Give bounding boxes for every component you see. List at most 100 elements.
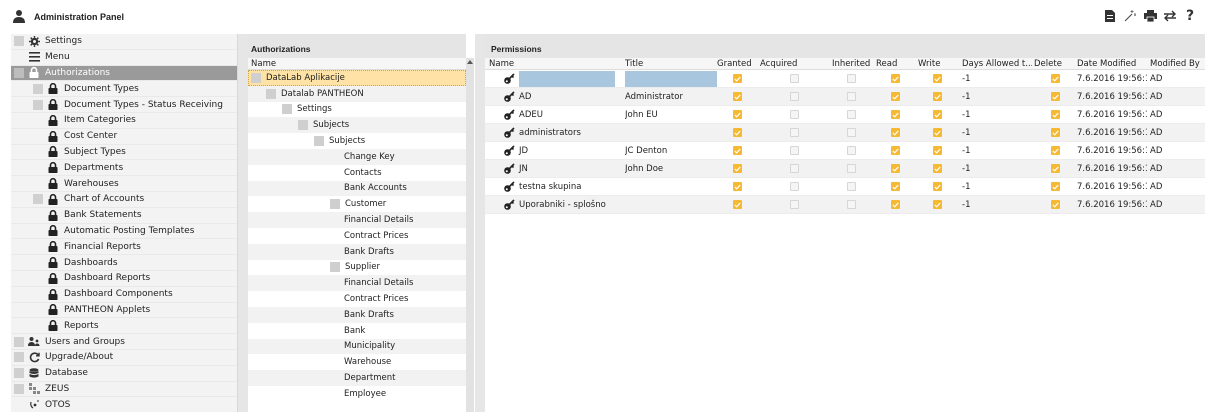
acquired-checkbox[interactable] (790, 200, 799, 209)
modified-by-cell[interactable]: AD (1150, 70, 1205, 87)
table-row[interactable]: testna skupina -1 7.6.2016 19:56:17AD (485, 178, 1205, 196)
tree-node[interactable]: Customer (248, 196, 466, 212)
granted-checkbox[interactable] (733, 200, 742, 209)
write-checkbox[interactable] (933, 200, 942, 209)
tree-node[interactable]: Contacts (248, 165, 466, 181)
days-allowed-cell[interactable]: -1 (962, 160, 1032, 177)
expand-toggle-icon[interactable] (14, 383, 24, 394)
table-row[interactable]: ADAdministrator-17.6.2016 19:56:15AD (485, 88, 1205, 106)
tree-node[interactable]: Bank Accounts (248, 180, 466, 197)
inherited-checkbox[interactable] (847, 164, 856, 173)
days-allowed-cell[interactable]: -1 (962, 88, 1032, 105)
granted-checkbox[interactable] (733, 92, 742, 101)
nav-item-users-and-groups[interactable]: Users and Groups (11, 334, 237, 350)
delete-checkbox[interactable] (1051, 74, 1060, 83)
delete-checkbox[interactable] (1051, 92, 1060, 101)
nav-item-dashboard-components[interactable]: Dashboard Components (11, 287, 237, 303)
date-modified-cell[interactable]: 7.6.2016 19:56:15 (1077, 160, 1147, 177)
title-cell[interactable]: John Doe (625, 160, 717, 177)
nav-item-departments[interactable]: Departments (11, 160, 237, 177)
modified-by-cell[interactable]: AD (1150, 178, 1205, 195)
delete-checkbox[interactable] (1051, 128, 1060, 137)
acquired-checkbox[interactable] (790, 164, 799, 173)
days-allowed-cell[interactable]: -1 (962, 70, 1032, 87)
tree-node[interactable]: Bank Drafts (248, 243, 466, 260)
write-checkbox[interactable] (933, 128, 942, 137)
column-header[interactable]: Delete (1034, 58, 1074, 69)
column-header[interactable]: Inherited (832, 58, 876, 69)
tree-node[interactable]: Supplier (248, 260, 466, 276)
tree-node[interactable]: Municipality (248, 338, 466, 355)
delete-checkbox[interactable] (1051, 164, 1060, 173)
delete-checkbox[interactable] (1051, 182, 1060, 191)
delete-checkbox[interactable] (1051, 146, 1060, 155)
acquired-checkbox[interactable] (790, 146, 799, 155)
table-row[interactable]: administrators -1 7.6.2016 19:56:17AD (485, 124, 1205, 142)
tree-node[interactable]: Department (248, 370, 466, 386)
write-checkbox[interactable] (933, 92, 942, 101)
granted-checkbox[interactable] (733, 182, 742, 191)
nav-item-otos[interactable]: OTOS (11, 397, 237, 412)
days-allowed-cell[interactable]: -1 (962, 196, 1032, 213)
expand-toggle-icon[interactable] (14, 352, 24, 363)
write-checkbox[interactable] (933, 110, 942, 119)
expand-toggle-icon[interactable] (33, 194, 43, 205)
name-edit-field[interactable] (519, 70, 615, 87)
name-cell[interactable]: testna skupina (503, 178, 625, 195)
table-row[interactable]: JD JC Denton -1 7.6.2016 19:56:15AD (485, 142, 1205, 160)
write-checkbox[interactable] (933, 182, 942, 191)
tree-node[interactable]: Settings (248, 102, 466, 118)
granted-checkbox[interactable] (733, 146, 742, 155)
expand-toggle-icon[interactable] (14, 67, 24, 78)
title-cell[interactable]: JC Denton (625, 142, 717, 159)
days-allowed-cell[interactable]: -1 (962, 106, 1032, 123)
granted-checkbox[interactable] (733, 128, 742, 137)
read-checkbox[interactable] (891, 74, 900, 83)
help-button[interactable]: ? (1183, 8, 1197, 24)
name-cell[interactable]: ADEU (503, 106, 625, 123)
title-cell[interactable] (625, 178, 717, 195)
tree-node[interactable]: Change Key (248, 148, 466, 165)
days-allowed-cell[interactable]: -1 (962, 124, 1032, 141)
tree-node[interactable]: Employee (248, 386, 466, 402)
expand-toggle-icon[interactable] (14, 336, 24, 347)
column-header[interactable]: Modified By (1150, 58, 1205, 69)
acquired-checkbox[interactable] (790, 128, 799, 137)
modified-by-cell[interactable]: AD (1150, 106, 1205, 123)
tree-node[interactable]: Bank (248, 323, 466, 339)
nav-item-automatic-posting-templates[interactable]: Automatic Posting Templates (11, 224, 237, 240)
expand-toggle-icon[interactable] (33, 83, 43, 94)
tree-node[interactable]: Subjects (248, 117, 466, 134)
write-checkbox[interactable] (933, 74, 942, 83)
tree-node[interactable]: Warehouse (248, 354, 466, 370)
nav-item-document-types-status-receiving[interactable]: Document Types - Status Receiving (11, 97, 237, 113)
name-cell[interactable]: JD (503, 142, 625, 159)
inherited-checkbox[interactable] (847, 182, 856, 191)
read-checkbox[interactable] (891, 146, 900, 155)
name-cell[interactable]: administrators (503, 124, 625, 141)
days-allowed-cell[interactable]: -1 (962, 178, 1032, 195)
modified-by-cell[interactable]: AD (1150, 124, 1205, 141)
title-cell[interactable] (625, 124, 717, 141)
delete-checkbox[interactable] (1051, 200, 1060, 209)
nav-item-authorizations[interactable]: Authorizations (11, 65, 237, 82)
table-row[interactable]: Uporabniki - splošno -1 7.6.2016 19:56:17A… (485, 196, 1205, 214)
nav-item-item-categories[interactable]: Item Categories (11, 113, 237, 129)
delete-checkbox[interactable] (1051, 110, 1060, 119)
nav-item-settings[interactable]: Settings (11, 34, 237, 50)
nav-item-upgrade-about[interactable]: Upgrade/About (11, 350, 237, 366)
tree-node[interactable]: Subjects (248, 133, 466, 149)
nav-item-pantheon-applets[interactable]: PANTHEON Applets (11, 303, 237, 319)
expand-toggle-icon[interactable] (330, 199, 340, 210)
tree-node[interactable]: Contract Prices (248, 228, 466, 244)
tree-node[interactable]: Financial Details (248, 275, 466, 292)
acquired-checkbox[interactable] (790, 92, 799, 101)
nav-item-dashboard-reports[interactable]: Dashboard Reports (11, 271, 237, 287)
nav-item-zeus[interactable]: ZEUS (11, 382, 237, 398)
tree-node[interactable]: Bank Drafts (248, 306, 466, 323)
expand-toggle-icon[interactable] (330, 262, 340, 273)
tree-node[interactable]: Datalab PANTHEON (248, 85, 466, 102)
title-cell[interactable]: John EU (625, 106, 717, 123)
write-checkbox[interactable] (933, 146, 942, 155)
date-modified-cell[interactable]: 7.6.2016 19:56:17 (1077, 124, 1147, 141)
